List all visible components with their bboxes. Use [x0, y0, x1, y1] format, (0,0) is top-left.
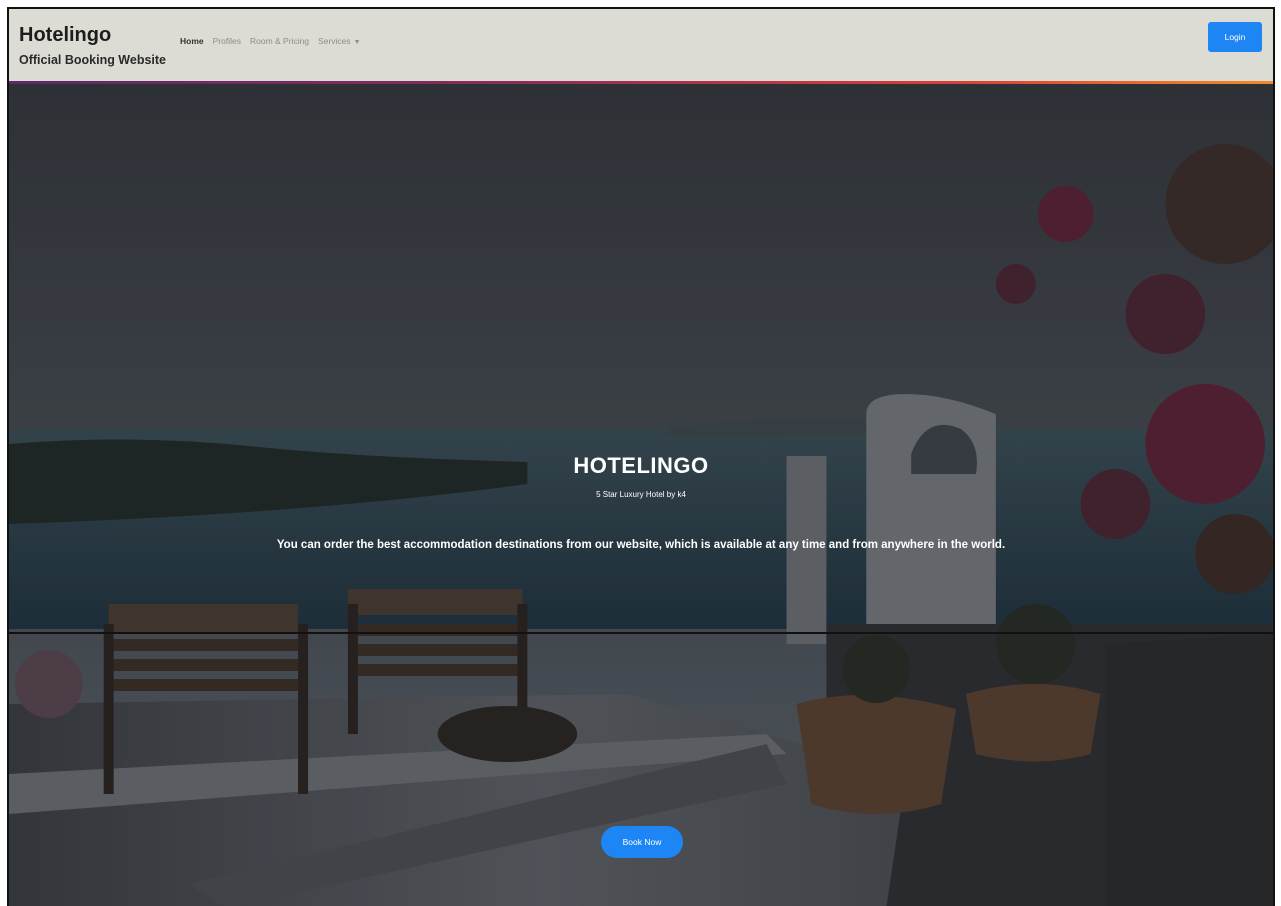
- brand[interactable]: Hotelingo Official Booking Website: [19, 23, 166, 67]
- navbar: Hotelingo Official Booking Website Home …: [9, 9, 1273, 84]
- hero-title: HOTELINGO: [573, 453, 709, 478]
- hero-section: HOTELINGO 5 Star Luxury Hotel by k4 You …: [9, 84, 1273, 906]
- brand-subtitle: Official Booking Website: [19, 53, 167, 67]
- login-button[interactable]: Login: [1208, 22, 1262, 52]
- nav-dropdown-services[interactable]: Services ▼: [318, 36, 361, 46]
- hero-divider: [9, 632, 1273, 634]
- nav-link-home[interactable]: Home: [180, 36, 204, 46]
- hero-subtitle: 5 Star Luxury Hotel by k4: [596, 490, 686, 499]
- nav-link-room-pricing[interactable]: Room & Pricing: [250, 36, 309, 46]
- nav-link-services-label: Services: [318, 36, 351, 46]
- hero-description: You can order the best accommodation des…: [276, 539, 1006, 551]
- page-frame: Hotelingo Official Booking Website Home …: [7, 7, 1275, 906]
- nav-links: Home Profiles Room & Pricing Services ▼: [180, 36, 370, 46]
- book-now-button[interactable]: Book Now: [601, 826, 683, 858]
- nav-link-profiles[interactable]: Profiles: [213, 36, 241, 46]
- brand-title: Hotelingo: [19, 24, 112, 46]
- caret-down-icon: ▼: [353, 39, 361, 46]
